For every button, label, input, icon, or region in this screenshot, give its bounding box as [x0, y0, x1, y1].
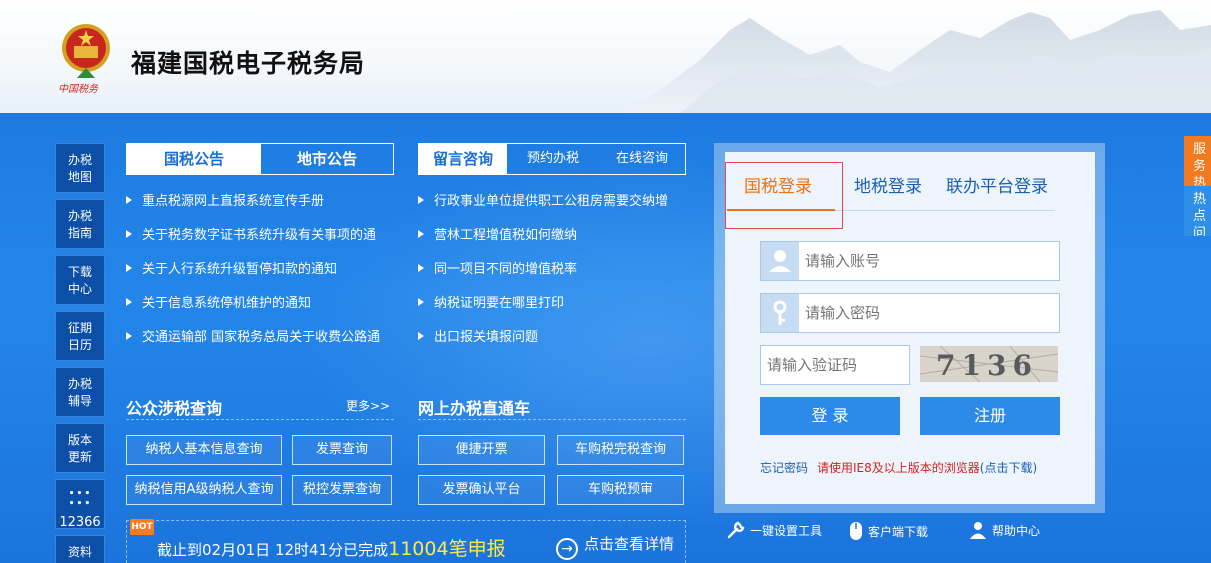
- header: 中国税务 福建国税电子税务局: [0, 0, 1211, 113]
- bullet-icon: [126, 298, 132, 306]
- login-button[interactable]: 登 录: [760, 397, 900, 435]
- bullet-icon: [418, 264, 424, 272]
- list-item[interactable]: 关于信息系统停机维护的通知: [126, 287, 396, 321]
- help-center-link[interactable]: 帮助中心: [968, 520, 1040, 543]
- divider: [418, 419, 686, 420]
- tax-control-invoice-query-button[interactable]: 税控发票查询: [292, 475, 392, 505]
- float-tab-service-hot[interactable]: 服务热点: [1184, 136, 1211, 186]
- user-icon: [761, 242, 799, 280]
- sidebar-item-tax-tutoring[interactable]: 办税 辅导: [55, 367, 105, 417]
- bullet-icon: [126, 264, 132, 272]
- public-query-title: 公众涉税查询: [126, 399, 223, 418]
- user-help-icon: [968, 520, 988, 543]
- hot-badge: HOT: [130, 519, 154, 535]
- captcha-text: 7136: [936, 349, 1038, 382]
- view-details-link[interactable]: → 点击查看详情: [556, 533, 674, 560]
- consult-tabbar: 留言咨询 预约办税 在线咨询: [418, 143, 686, 175]
- captcha-field[interactable]: [760, 345, 910, 385]
- account-field[interactable]: [760, 241, 1060, 281]
- online-tax-title: 网上办税直通车: [418, 399, 531, 418]
- bullet-icon: [418, 230, 424, 238]
- list-item[interactable]: 营林工程增值税如何缴纳: [418, 219, 688, 253]
- invoice-confirm-platform-button[interactable]: 发票确认平台: [418, 475, 545, 505]
- quick-invoice-button[interactable]: 便捷开票: [418, 435, 545, 465]
- password-input[interactable]: [805, 302, 1045, 324]
- sidebar-item-tax-map[interactable]: 办税 地图: [55, 143, 105, 193]
- wrench-icon: [726, 520, 746, 543]
- register-button[interactable]: 注册: [920, 397, 1060, 435]
- tab-national-announcement[interactable]: 国税公告: [127, 144, 261, 174]
- list-item[interactable]: 重点税源网上直报系统宣传手册: [126, 185, 396, 219]
- highlight-box: [725, 162, 843, 229]
- sidebar-item-12366[interactable]: ∙∙∙ ∙∙∙ 12366: [55, 479, 105, 530]
- declaration-status: 截止到02月01日 12时41分已完成11004笔申报: [157, 538, 506, 560]
- list-item[interactable]: 出口报关填报问题: [418, 321, 688, 355]
- list-item[interactable]: 关于人行系统升级暂停扣款的通知: [126, 253, 396, 287]
- sidebar-item-version-update[interactable]: 版本 更新: [55, 423, 105, 473]
- bullet-icon: [126, 332, 132, 340]
- bullet-icon: [418, 332, 424, 340]
- list-item[interactable]: 交通运输部 国家税务总局关于收费公路通: [126, 321, 396, 355]
- divider: [126, 419, 394, 420]
- site-title: 福建国税电子税务局: [131, 49, 366, 78]
- credit-a-query-button[interactable]: 纳税信用A级纳税人查询: [126, 475, 282, 505]
- forgot-password-link[interactable]: 忘记密码: [760, 459, 808, 476]
- bullet-icon: [418, 298, 424, 306]
- announcement-tabbar: 国税公告 地市公告: [126, 143, 394, 175]
- tab-city-announcement[interactable]: 地市公告: [261, 144, 393, 174]
- account-input[interactable]: [805, 250, 1045, 272]
- tab-message-consult[interactable]: 留言咨询: [419, 144, 507, 174]
- browser-download-link[interactable]: (点击下载): [980, 461, 1037, 475]
- list-item[interactable]: 行政事业单位提供职工公租房需要交纳增: [418, 185, 688, 219]
- client-download-link[interactable]: 客户端下载: [848, 520, 928, 545]
- sidebar-item-materials[interactable]: 资料: [55, 535, 105, 563]
- arrow-right-icon: →: [556, 538, 578, 560]
- sidebar-item-download-center[interactable]: 下载 中心: [55, 255, 105, 305]
- more-link[interactable]: 更多>>: [346, 397, 390, 414]
- sidebar-item-tax-calendar[interactable]: 征期 日历: [55, 311, 105, 361]
- setup-tool-link[interactable]: 一键设置工具: [726, 520, 822, 543]
- emblem-caption: 中国税务: [58, 84, 98, 95]
- declaration-count: 11004笔申报: [388, 538, 506, 560]
- announcement-list: 重点税源网上直报系统宣传手册 关于税务数字证书系统升级有关事项的通 关于人行系统…: [126, 185, 396, 355]
- key-icon: [761, 294, 799, 332]
- sidebar-item-tax-guide[interactable]: 办税 指南: [55, 199, 105, 249]
- mountain-illustration: [620, 10, 1211, 113]
- list-item[interactable]: 纳税证明要在哪里打印: [418, 287, 688, 321]
- invoice-query-button[interactable]: 发票查询: [292, 435, 392, 465]
- float-tab-hot-issues[interactable]: 热点问题: [1184, 186, 1211, 236]
- bullet-icon: [126, 196, 132, 204]
- tab-online-consult[interactable]: 在线咨询: [599, 144, 685, 174]
- consult-list: 行政事业单位提供职工公租房需要交纳增 营林工程增值税如何缴纳 同一项目不同的增值…: [418, 185, 688, 355]
- bullet-icon: [126, 230, 132, 238]
- password-field[interactable]: [760, 293, 1060, 333]
- mouse-icon: [848, 520, 864, 545]
- list-item[interactable]: 关于税务数字证书系统升级有关事项的通: [126, 219, 396, 253]
- list-item[interactable]: 同一项目不同的增值税率: [418, 253, 688, 287]
- tab-joint-platform-login[interactable]: 联办平台登录: [946, 172, 1048, 197]
- captcha-image[interactable]: 7136: [919, 345, 1059, 383]
- taxpayer-info-query-button[interactable]: 纳税人基本信息查询: [126, 435, 282, 465]
- tab-local-tax-login[interactable]: 地税登录: [854, 172, 922, 197]
- browser-note: 请使用IE8及以上版本的浏览器(点击下载): [817, 461, 1038, 475]
- tab-appointment[interactable]: 预约办税: [507, 144, 599, 174]
- bullet-icon: [418, 196, 424, 204]
- vehicle-tax-pre-review-button[interactable]: 车购税预审: [557, 475, 684, 505]
- dial-pad-icon: ∙∙∙ ∙∙∙: [68, 486, 92, 509]
- vehicle-tax-query-button[interactable]: 车购税完税查询: [557, 435, 684, 465]
- captcha-input[interactable]: [767, 354, 902, 376]
